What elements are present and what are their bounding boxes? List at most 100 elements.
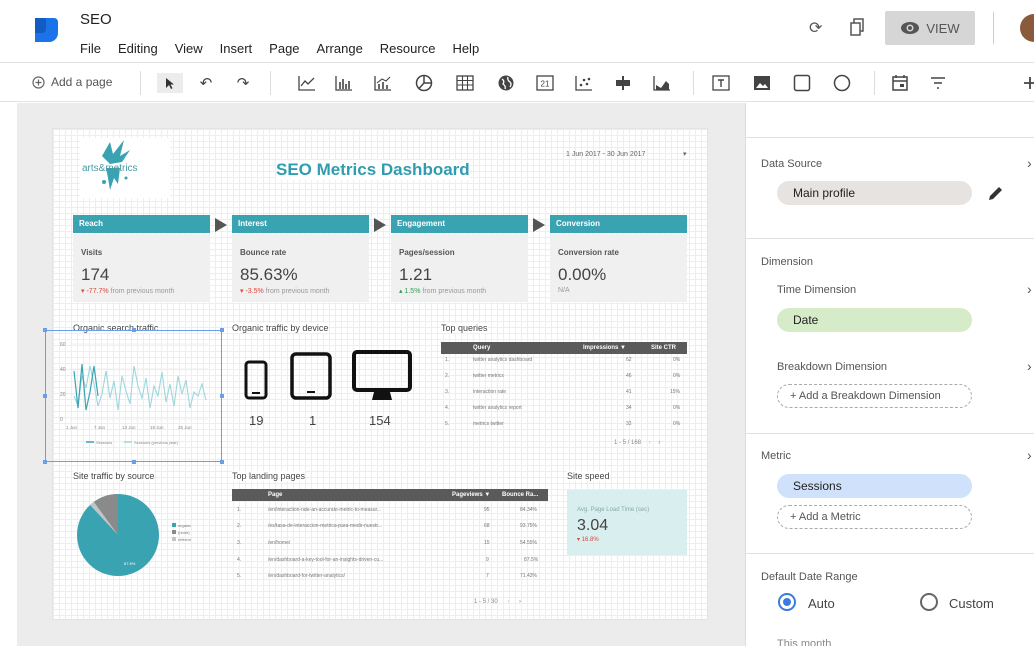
undo-icon[interactable]: ↶ — [196, 73, 216, 93]
organic-search-line-chart[interactable]: 60 40 20 0 1 Jun 7 Jun 13 Jun 19 Jun 25 … — [56, 336, 216, 456]
chevron-right-icon[interactable]: › — [1027, 281, 1032, 297]
table-row[interactable]: 3. /en/home/ 15 54.55% — [232, 540, 548, 556]
geo-map-icon[interactable] — [496, 73, 516, 93]
resize-handle[interactable] — [43, 328, 47, 332]
resize-handle[interactable] — [132, 328, 136, 332]
table-row[interactable]: 2. twitter metrics 46 0% — [441, 373, 687, 389]
dashboard-title[interactable]: SEO Metrics Dashboard — [276, 160, 470, 180]
bullet-chart-icon[interactable] — [613, 73, 633, 93]
prev-page-icon[interactable]: ‹ — [649, 440, 651, 446]
circle-icon[interactable] — [832, 73, 852, 93]
time-dimension-chip[interactable]: Date — [777, 308, 972, 332]
metric-chip-sessions[interactable]: Sessions — [777, 474, 972, 498]
dropdown-arrow-icon[interactable]: ▾ — [683, 150, 687, 158]
column-header[interactable]: Bounce Ra... — [502, 492, 538, 498]
table-row[interactable]: 4. /en/dashboard-a-key-tool-for-an-insig… — [232, 557, 548, 573]
image-icon[interactable] — [752, 73, 772, 93]
combo-chart-icon[interactable] — [373, 73, 393, 93]
area-chart-icon[interactable] — [652, 73, 672, 93]
menu-bar: File Editing View Insert Page Arrange Re… — [80, 41, 496, 56]
column-header[interactable]: Page — [268, 492, 282, 498]
custom-radio-label[interactable]: Custom — [949, 596, 994, 611]
table-row[interactable]: 1. /en/interaction-rate-an-accurate-metr… — [232, 507, 548, 523]
date-range-control[interactable]: 1 Jun 2017 - 30 Jun 2017 — [566, 151, 645, 158]
menu-arrange[interactable]: Arrange — [317, 41, 363, 56]
select-pointer-icon[interactable] — [157, 73, 183, 93]
scorecard-pages-session[interactable]: Pages/session 1.21 ▴ 1.5% from previous … — [391, 234, 528, 302]
scorecard-bounce-rate[interactable]: Bounce rate 85.63% ▾ -3.5% from previous… — [232, 234, 369, 302]
add-circle-icon — [32, 75, 45, 89]
chevron-right-icon[interactable]: › — [1027, 447, 1032, 463]
add-page-button[interactable]: Add a page — [32, 75, 112, 89]
pie-chart-icon[interactable] — [414, 73, 434, 93]
avatar[interactable] — [1020, 14, 1034, 42]
table-row[interactable]: 2. /es/tasa-de-interaccion-metrica-para-… — [232, 523, 548, 539]
auto-radio-label[interactable]: Auto — [808, 596, 835, 611]
table-row[interactable]: 5. metrics twitter 32 0% — [441, 421, 687, 437]
menu-editing[interactable]: Editing — [118, 41, 158, 56]
filter-control-icon[interactable] — [928, 73, 948, 93]
next-page-icon[interactable]: › — [519, 599, 521, 605]
resize-handle[interactable] — [43, 394, 47, 398]
scorecard-label: Avg. Page Load Time (sec) — [577, 507, 650, 513]
custom-radio[interactable] — [920, 593, 938, 611]
arrow-right-icon — [374, 218, 386, 232]
tablet-count: 1 — [309, 413, 317, 428]
auto-radio[interactable] — [778, 593, 796, 611]
add-community-viz-icon[interactable] — [1020, 73, 1034, 93]
scorecard-visits[interactable]: Visits 174 ▾ -77.7% from previous month — [73, 234, 210, 302]
resize-handle[interactable] — [132, 460, 136, 464]
prev-page-icon[interactable]: ‹ — [507, 599, 509, 605]
view-button[interactable]: VIEW — [885, 11, 975, 45]
panel-divider — [745, 137, 1034, 138]
data-studio-logo[interactable] — [32, 15, 60, 43]
legend-label: referral — [178, 537, 191, 542]
menu-resource[interactable]: Resource — [380, 41, 436, 56]
table-row[interactable]: 5. /en/dashboard-for-twitter-analytics/ … — [232, 573, 548, 589]
resize-handle[interactable] — [220, 460, 224, 464]
menu-file[interactable]: File — [80, 41, 101, 56]
column-header[interactable]: Impressions ▼ — [583, 345, 626, 351]
chevron-right-icon[interactable]: › — [1027, 155, 1032, 171]
menu-page[interactable]: Page — [269, 41, 299, 56]
metric-label: Metric — [761, 450, 791, 462]
site-traffic-pie-chart[interactable]: 87.5% organic (none) referral — [76, 493, 196, 583]
scatter-chart-icon[interactable] — [574, 73, 594, 93]
text-box-icon[interactable] — [711, 73, 731, 93]
data-source-chip[interactable]: Main profile — [777, 181, 972, 205]
scorecard-icon[interactable]: 21 — [535, 73, 555, 93]
column-header[interactable]: Pageviews ▼ — [452, 492, 490, 498]
redo-icon[interactable]: ↷ — [233, 73, 253, 93]
report-title[interactable]: SEO — [80, 11, 112, 28]
menu-view[interactable]: View — [175, 41, 203, 56]
add-metric-button[interactable]: + Add a Metric — [777, 505, 972, 529]
scorecard-delta: ▴ 1.5% from previous month — [399, 288, 487, 295]
add-breakdown-dimension-button[interactable]: + Add a Breakdown Dimension — [777, 384, 972, 408]
column-header[interactable]: Query — [473, 345, 490, 351]
scorecard-conversion-rate[interactable]: Conversion rate 0.00% N/A — [550, 234, 687, 302]
table-row[interactable]: 1. twitter analytics dashboard 62 0% — [441, 357, 687, 373]
table-icon[interactable] — [455, 73, 475, 93]
date-range-control-icon[interactable] — [890, 73, 910, 93]
resize-handle[interactable] — [220, 328, 224, 332]
table-row[interactable]: 3. interaction rate 41 15% — [441, 389, 687, 405]
view-button-label: VIEW — [926, 20, 960, 36]
refresh-icon[interactable]: ⟳ — [809, 18, 822, 38]
time-series-chart-icon[interactable] — [297, 73, 317, 93]
scorecard-label: Bounce rate — [240, 248, 287, 257]
pencil-edit-icon[interactable] — [987, 184, 1005, 202]
copy-icon[interactable] — [850, 18, 864, 36]
chevron-right-icon[interactable]: › — [1027, 358, 1032, 374]
bar-chart-icon[interactable] — [334, 73, 354, 93]
rectangle-icon[interactable] — [792, 73, 812, 93]
column-header[interactable]: Site CTR — [651, 345, 676, 351]
time-dimension-label: Time Dimension — [777, 284, 857, 296]
menu-help[interactable]: Help — [452, 41, 479, 56]
next-page-icon[interactable]: › — [658, 440, 660, 446]
site-speed-scorecard[interactable]: Avg. Page Load Time (sec) 3.04 ▾ 16.8% — [567, 490, 687, 555]
table-row[interactable]: 4. twitter analytics report 34 0% — [441, 405, 687, 421]
menu-insert[interactable]: Insert — [220, 41, 253, 56]
x-tick: 19 Jun — [150, 425, 164, 430]
resize-handle[interactable] — [43, 460, 47, 464]
resize-handle[interactable] — [220, 394, 224, 398]
